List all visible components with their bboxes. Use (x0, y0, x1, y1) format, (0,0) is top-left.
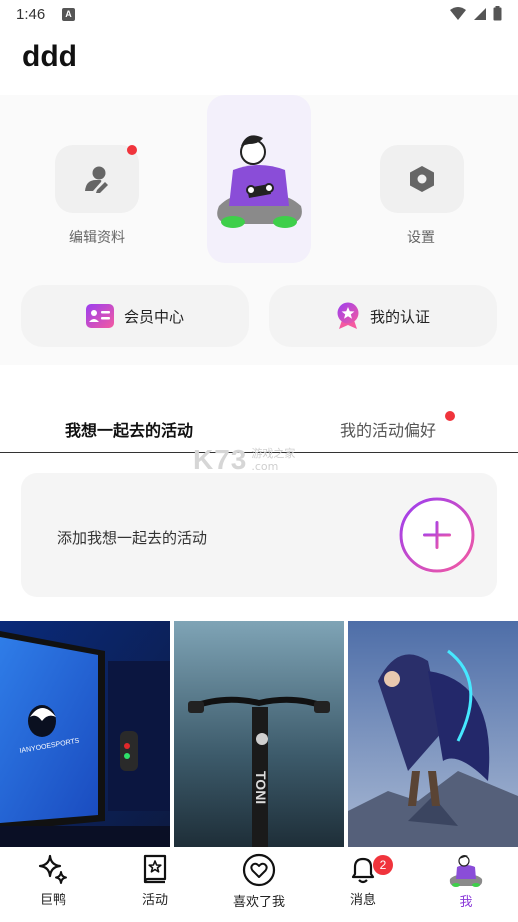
photo-archer[interactable] (348, 621, 518, 847)
nav-label-home: 巨鸭 (39, 893, 66, 908)
photo-esports[interactable]: IANYOOESPORTS (0, 621, 170, 847)
status-time: 1:46 (16, 6, 46, 23)
settings-button[interactable] (380, 145, 464, 213)
add-activity-label: 添加我想一起去的活动 (57, 529, 208, 547)
edit-profile-label: 编辑资料 (69, 230, 125, 246)
heart-circle-icon (242, 853, 276, 887)
sparkle-icon (38, 854, 67, 884)
watermark-line2: .com (251, 460, 279, 473)
membership-center-button[interactable]: 会员中心 (21, 285, 249, 347)
medal-icon (337, 302, 359, 329)
bottom-nav: 巨鸭 活动 喜欢了我 消息 2 我 (0, 847, 518, 922)
nav-label-liked-me: 喜欢了我 (232, 895, 285, 910)
nav-label-activity: 活动 (141, 893, 168, 908)
hexagon-gear-icon (410, 166, 434, 192)
watermark: K73 游戏之家 .com (193, 444, 295, 476)
nav-label-messages: 消息 (349, 893, 376, 908)
photo-bicycle-text: TONI (253, 771, 269, 804)
avatar-icon (449, 855, 483, 887)
esports-monitor-image: IANYOOESPORTS (0, 621, 170, 847)
my-certification-label: 我的认证 (369, 307, 430, 326)
status-icons (449, 6, 502, 21)
messages-badge: 2 (373, 855, 393, 875)
avatar-card[interactable] (207, 95, 311, 263)
watermark-line1: 游戏之家 (251, 447, 296, 460)
membership-center-label: 会员中心 (123, 307, 184, 326)
nav-item-me[interactable]: 我 (421, 853, 511, 910)
notification-icon: A (62, 8, 75, 21)
add-activity-button[interactable] (399, 497, 475, 573)
membership-card-icon (85, 304, 114, 328)
preferences-dot (445, 411, 455, 421)
nav-item-activity[interactable]: 活动 (110, 853, 200, 908)
bicycle-image: TONI (174, 621, 344, 847)
nav-item-messages[interactable]: 消息 2 (318, 853, 408, 908)
nav-label-me: 我 (459, 895, 473, 910)
edit-profile-button[interactable] (55, 145, 139, 213)
edit-profile-dot (127, 145, 137, 155)
tab-activity-preferences[interactable]: 我的活动偏好 (340, 417, 436, 441)
my-certification-button[interactable]: 我的认证 (269, 285, 497, 347)
avatar-illustration (217, 135, 302, 228)
photo-bicycle[interactable]: TONI (174, 621, 344, 847)
nav-item-liked-me[interactable]: 喜欢了我 (214, 853, 304, 910)
watermark-brand: K73 (193, 444, 248, 475)
tab-want-to-go[interactable]: 我想一起去的活动 (65, 417, 193, 441)
battery-icon (493, 6, 502, 21)
page-title: ddd (22, 40, 77, 73)
archer-image (348, 621, 518, 847)
signal-icon (474, 7, 486, 20)
nav-item-home[interactable]: 巨鸭 (8, 853, 98, 908)
edit-user-icon (85, 166, 108, 193)
add-activity-card[interactable]: 添加我想一起去的活动 (21, 473, 497, 597)
status-bar: 1:46 A (0, 0, 518, 30)
star-book-icon (143, 854, 167, 884)
wifi-icon (450, 6, 466, 20)
settings-label: 设置 (407, 230, 435, 246)
plus-icon (399, 497, 475, 573)
